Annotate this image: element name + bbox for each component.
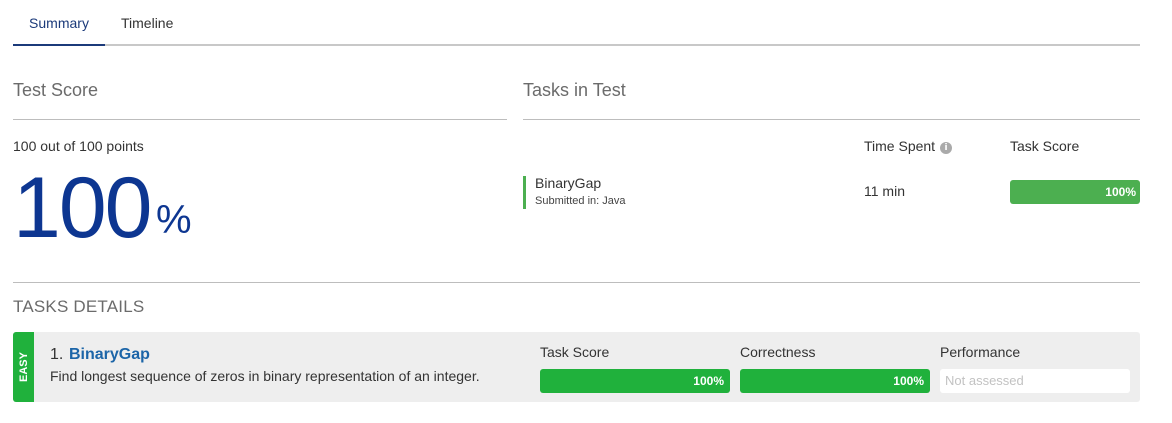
metric-task-score-label: Task Score (540, 344, 610, 360)
task-detail-number: 1. (50, 346, 64, 363)
metric-correctness-bar: 100% (740, 369, 930, 393)
tasks-details-title: TASKS DETAILS (13, 297, 145, 316)
metric-performance-label: Performance (940, 344, 1021, 360)
info-icon[interactable]: i (940, 142, 953, 154)
score-percent-sign: % (156, 198, 192, 242)
test-score-divider (13, 119, 507, 120)
score-percent-value: 100 (13, 160, 152, 256)
test-score-title: Test Score (13, 80, 99, 100)
metric-task-score-bar: 100% (540, 369, 730, 393)
task-detail-description: Find longest sequence of zeros in binary… (50, 368, 480, 384)
tasks-in-test-title: Tasks in Test (523, 80, 626, 100)
task-submitted-language: Submitted in: Java (535, 195, 626, 207)
task-score-header: Task Score (1010, 138, 1080, 154)
task-score-bar: 100% (1010, 180, 1140, 204)
difficulty-badge: EASY (13, 332, 34, 402)
tab-timeline[interactable]: Timeline (121, 0, 173, 44)
task-status-indicator (523, 176, 526, 209)
time-spent-header: Time Spent i (864, 138, 953, 154)
tasks-in-test-divider (523, 119, 1140, 120)
task-name: BinaryGap (535, 175, 602, 191)
task-detail-link[interactable]: BinaryGap (69, 346, 150, 364)
tab-summary[interactable]: Summary (13, 0, 105, 46)
metric-correctness-label: Correctness (740, 344, 816, 360)
difficulty-label: EASY (17, 352, 30, 382)
time-spent-label: Time Spent (864, 138, 936, 154)
points-summary: 100 out of 100 points (13, 138, 144, 154)
details-divider (13, 282, 1140, 283)
metric-performance-bar: Not assessed (940, 369, 1130, 393)
task-time-spent: 11 min (864, 183, 905, 199)
tab-bar: Summary Timeline (13, 0, 1140, 46)
